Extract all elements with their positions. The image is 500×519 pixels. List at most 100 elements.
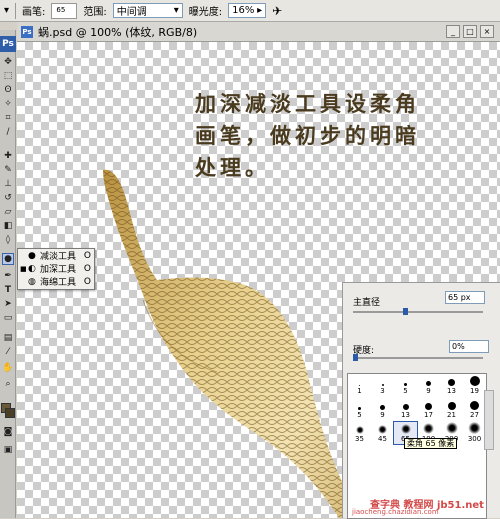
brush-preset[interactable]: 9	[417, 374, 440, 396]
brush-preset[interactable]: 45	[371, 422, 394, 444]
brush-tip-icon	[380, 405, 385, 410]
brush-preset-size: 13	[447, 387, 456, 395]
brush-preset[interactable]: 13	[440, 374, 463, 396]
type-tool-icon[interactable]: T	[2, 284, 14, 296]
brush-preset[interactable]: 35	[348, 422, 371, 444]
gradient-tool-icon[interactable]: ◧	[2, 220, 14, 232]
brush-preset[interactable]: 5	[348, 398, 371, 420]
site-watermark-url: jiaocheng.chazidian.com	[352, 508, 439, 516]
brush-preset[interactable]: 19	[463, 374, 486, 396]
master-diameter-value: 65 px	[448, 293, 471, 302]
master-diameter-input[interactable]: 65 px	[445, 291, 485, 304]
brush-tip-icon	[358, 407, 361, 410]
brush-preset-size: 19	[470, 387, 479, 395]
minimize-icon[interactable]: _	[446, 25, 460, 38]
slider-thumb[interactable]	[403, 308, 408, 315]
marquee-tool-icon[interactable]: ⬚	[2, 70, 14, 82]
brush-tip-icon	[448, 379, 455, 386]
quick-mask-icon[interactable]: ◙	[2, 426, 14, 438]
separator	[15, 2, 17, 19]
brush-preset-size: 300	[467, 435, 482, 443]
brush-preset[interactable]: 21	[440, 398, 463, 420]
brush-preset-size: 5	[403, 387, 408, 395]
hardness-value: 0%	[452, 342, 465, 351]
slice-tool-icon[interactable]: ∕	[2, 126, 14, 138]
path-select-icon[interactable]: ➤	[2, 298, 14, 310]
hardness-input[interactable]: 0%	[449, 340, 489, 353]
exposure-input[interactable]: 16% ▸	[228, 3, 267, 18]
brush-tip-icon	[402, 404, 409, 410]
caption-line: 加深减淡工具设柔角	[195, 91, 420, 116]
window-controls: _ □ ×	[446, 25, 494, 38]
brush-size: 65	[56, 5, 66, 14]
brush-tooltip: 柔角 65 像素	[404, 438, 458, 449]
flyout-item-dodge[interactable]: ● 减淡工具 O	[18, 249, 94, 263]
background-color[interactable]	[5, 408, 15, 418]
magic-wand-tool-icon[interactable]: ✧	[2, 98, 14, 110]
chevron-right-icon: ▸	[257, 5, 263, 16]
hardness-slider[interactable]	[353, 354, 483, 361]
brush-tip-icon	[425, 403, 432, 410]
flyout-item-label: 减淡工具	[40, 252, 77, 262]
options-bar: ▾ 画笔: 65 范围: 中间调 ▾ 曝光度: 16% ▸ ✈	[0, 0, 500, 22]
brush-tool-icon[interactable]: ✎	[2, 164, 14, 176]
range-select[interactable]: 中间调 ▾	[112, 3, 183, 18]
brush-tip-icon	[404, 383, 407, 386]
eraser-tool-icon[interactable]: ▱	[2, 206, 14, 218]
lasso-tool-icon[interactable]: ʘ	[2, 84, 14, 96]
brush-picker[interactable]: 65	[51, 2, 78, 19]
chevron-down-icon: ▾	[173, 5, 179, 16]
tool-preset-icon[interactable]: ▾	[4, 5, 9, 16]
brush-preset-size: 5	[357, 411, 362, 419]
shape-tool-icon[interactable]: ▭	[2, 312, 14, 324]
hand-tool-icon[interactable]: ✋	[2, 362, 14, 374]
brush-preset[interactable]: 17	[417, 398, 440, 420]
pen-tool-icon[interactable]: ✒	[2, 270, 14, 282]
burn-icon: ◐	[28, 263, 36, 274]
history-brush-icon[interactable]: ↺	[2, 192, 14, 204]
brush-tip-icon	[381, 384, 384, 386]
notes-tool-icon[interactable]: ▤	[2, 332, 14, 344]
brush-picker-panel: 主直径 65 px 硬度: 0% 13591319591317212735456…	[342, 282, 500, 519]
crop-tool-icon[interactable]: ⌗	[2, 112, 14, 124]
range-value: 中间调	[116, 7, 147, 18]
document-title: 蜗.psd @ 100% (体纹, RGB/8)	[38, 25, 198, 39]
brush-tip-icon	[423, 423, 434, 434]
dodge-tool-flyout: ● 减淡工具 O ■ ◐ 加深工具 O ◍ 海绵工具 O	[17, 248, 95, 290]
selected-marker: ■	[20, 264, 27, 273]
brush-preset[interactable]: 9	[371, 398, 394, 420]
flyout-item-sponge[interactable]: ◍ 海绵工具 O	[18, 275, 94, 289]
preset-scrollbar[interactable]	[484, 390, 494, 450]
airbrush-icon[interactable]: ✈	[272, 4, 282, 18]
brush-label: 画笔:	[22, 7, 46, 18]
exposure-value: 16%	[232, 5, 255, 16]
brush-preset[interactable]: 27	[463, 398, 486, 420]
brush-preset[interactable]: 300	[463, 422, 486, 444]
brush-tip-icon	[445, 422, 458, 434]
brush-preset[interactable]: 1	[348, 374, 371, 396]
brush-preset[interactable]: 5	[394, 374, 417, 396]
brush-preset-size: 9	[426, 387, 431, 395]
brush-preset-size: 3	[380, 387, 385, 395]
sponge-icon: ◍	[28, 276, 36, 287]
brush-preset[interactable]: 3	[371, 374, 394, 396]
brush-preset-size: 21	[447, 411, 456, 419]
healing-brush-icon[interactable]: ✚	[2, 150, 14, 162]
eyedropper-tool-icon[interactable]: ⁄	[2, 346, 14, 358]
slider-thumb[interactable]	[353, 354, 358, 361]
close-icon[interactable]: ×	[480, 25, 494, 38]
move-tool-icon[interactable]: ✥	[2, 56, 14, 68]
dodge-burn-tool-icon[interactable]: ●	[2, 253, 14, 265]
master-diameter-slider[interactable]	[353, 308, 483, 315]
flyout-item-burn[interactable]: ■ ◐ 加深工具 O	[18, 262, 94, 276]
brush-tip-icon	[355, 426, 364, 434]
stamp-tool-icon[interactable]: ⊥	[2, 178, 14, 190]
brush-preset[interactable]: 13	[394, 398, 417, 420]
ps-logo: Ps	[0, 36, 16, 52]
zoom-tool-icon[interactable]: ⌕	[2, 378, 14, 390]
range-label: 范围:	[83, 7, 107, 18]
maximize-icon[interactable]: □	[463, 25, 477, 38]
brush-preset-size: 9	[380, 411, 385, 419]
screen-mode-icon[interactable]: ▣	[2, 444, 14, 456]
blur-tool-icon[interactable]: ◊	[2, 234, 14, 246]
